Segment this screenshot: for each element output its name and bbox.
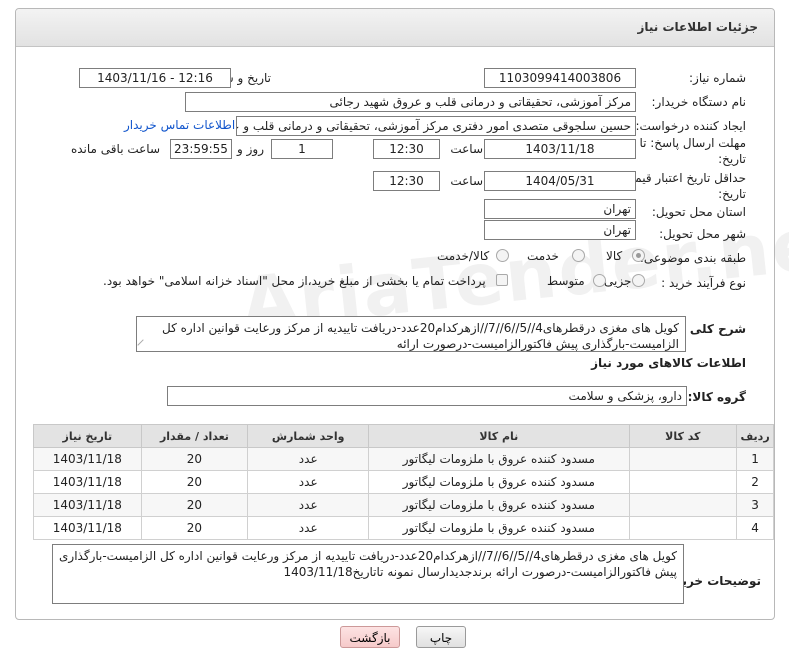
cell-need-date: 1403/11/18 — [33, 447, 142, 471]
goods-table: ردیف کد کالا نام کالا واحد شمارش تعداد /… — [33, 424, 774, 540]
buyer-contact-link[interactable]: اطلاعات تماس خریدار — [124, 118, 235, 132]
treasury-payment-note: پرداخت تمام یا بخشی از مبلغ خرید،از محل … — [103, 274, 486, 288]
cell-goods-code — [628, 516, 738, 540]
cell-quantity: 20 — [140, 516, 249, 540]
need-number-label: شماره نیاز: — [689, 71, 746, 85]
category-goods-radio[interactable] — [632, 249, 645, 262]
cell-unit: عدد — [247, 447, 370, 471]
treasury-payment-checkbox[interactable] — [496, 274, 508, 286]
cell-row-number: 4 — [736, 516, 774, 540]
col-goods-code: کد کالا — [628, 424, 738, 448]
cell-goods-name: مسدود کننده عروق با ملزومات لیگاتور — [368, 516, 630, 540]
cell-goods-code — [628, 493, 738, 517]
cell-goods-code — [628, 447, 738, 471]
reply-days-field: 1 — [271, 139, 333, 159]
cell-need-date: 1403/11/18 — [33, 516, 142, 540]
reply-date-field: 1403/11/18 — [484, 139, 636, 159]
col-row-number: ردیف — [736, 424, 774, 448]
cell-need-date: 1403/11/18 — [33, 493, 142, 517]
table-row: 4 مسدود کننده عروق با ملزومات لیگاتور عد… — [33, 516, 774, 540]
reply-deadline-label-2: تاریخ: — [718, 152, 746, 166]
resize-grip-icon[interactable] — [137, 339, 149, 351]
requester-label: ایجاد کننده درخواست: — [635, 119, 746, 133]
cell-row-number: 1 — [736, 447, 774, 471]
goods-group-label: گروه کالا: — [687, 390, 746, 404]
delivery-province-field: تهران — [484, 199, 636, 219]
cell-unit: عدد — [247, 470, 370, 494]
cell-row-number: 3 — [736, 493, 774, 517]
remaining-label: ساعت باقی مانده — [70, 142, 160, 156]
cell-quantity: 20 — [140, 447, 249, 471]
requester-field: حسین سلجوقی متصدی امور دفتری مرکز آموزشی… — [236, 116, 636, 136]
announce-datetime-field: 1403/11/16 - 12:16 — [79, 68, 231, 88]
cell-unit: عدد — [247, 493, 370, 517]
panel-header: جزئیات اطلاعات نیاز — [16, 9, 774, 47]
purchase-medium-label: متوسط — [547, 274, 585, 288]
delivery-city-field: تهران — [484, 220, 636, 240]
reply-hour-label: ساعت — [450, 142, 483, 156]
general-desc-text: کویل های مغزی درقطرهای4//5//6//7//ازهرکد… — [161, 321, 679, 351]
min-validity-label-2: تاریخ: — [718, 187, 746, 201]
col-unit: واحد شمارش — [247, 424, 370, 448]
purchase-minor-label: جزیی — [604, 274, 632, 288]
buyer-org-field: مرکز آموزشی، تحقیقاتی و درمانی قلب و عرو… — [185, 92, 636, 112]
days-and-label: روز و — [237, 142, 264, 156]
cell-row-number: 2 — [736, 470, 774, 494]
table-header-row: ردیف کد کالا نام کالا واحد شمارش تعداد /… — [33, 424, 774, 448]
validity-hour-label: ساعت — [450, 174, 483, 188]
cell-goods-name: مسدود کننده عروق با ملزومات لیگاتور — [368, 493, 630, 517]
buyer-notes-box: کویل های مغزی درقطرهای4//5//6//7//ازهرکد… — [52, 544, 684, 604]
print-button[interactable]: چاپ — [416, 626, 466, 648]
col-quantity: تعداد / مقدار — [140, 424, 249, 448]
delivery-city-label: شهر محل تحویل: — [659, 227, 746, 241]
back-button[interactable]: بازگشت — [340, 626, 400, 648]
need-number-field: 1103099414003806 — [484, 68, 636, 88]
table-row: 2 مسدود کننده عروق با ملزومات لیگاتور عد… — [33, 470, 774, 494]
reply-time-field: 12:30 — [373, 139, 440, 159]
panel-title: جزئیات اطلاعات نیاز — [637, 20, 758, 34]
purchase-minor-radio[interactable] — [632, 274, 645, 287]
purchase-medium-radio[interactable] — [593, 274, 606, 287]
category-label: طبقه بندی موضوعی: — [639, 251, 746, 265]
validity-date-field: 1404/05/31 — [484, 171, 636, 191]
buyer-org-label: نام دستگاه خریدار: — [651, 95, 747, 109]
goods-group-field: دارو، پزشکی و سلامت — [167, 386, 687, 406]
table-row: 1 مسدود کننده عروق با ملزومات لیگاتور عد… — [33, 447, 774, 471]
category-service-label: خدمت — [527, 249, 559, 263]
remaining-time-field: 23:59:55 — [170, 139, 232, 159]
cell-quantity: 20 — [140, 493, 249, 517]
cell-goods-name: مسدود کننده عروق با ملزومات لیگاتور — [368, 470, 630, 494]
cell-need-date: 1403/11/18 — [33, 470, 142, 494]
purchase-type-label: نوع فرآیند خرید : — [661, 276, 746, 290]
cell-goods-code — [628, 470, 738, 494]
category-service-radio[interactable] — [572, 249, 585, 262]
delivery-province-label: استان محل تحویل: — [651, 205, 746, 219]
cell-goods-name: مسدود کننده عروق با ملزومات لیگاتور — [368, 447, 630, 471]
category-goods-label: کالا — [606, 249, 623, 263]
category-goods-service-label: کالا/خدمت — [437, 249, 490, 263]
general-desc-textarea[interactable]: کویل های مغزی درقطرهای4//5//6//7//ازهرکد… — [136, 316, 686, 352]
col-need-date: تاریخ نیاز — [33, 424, 142, 448]
reply-deadline-label: مهلت ارسال پاسخ: تا — [639, 136, 746, 150]
col-goods-name: نام کالا — [368, 424, 630, 448]
buyer-notes-text: کویل های مغزی درقطرهای4//5//6//7//ازهرکد… — [59, 549, 677, 579]
cell-quantity: 20 — [140, 470, 249, 494]
category-goods-service-radio[interactable] — [496, 249, 509, 262]
validity-time-field: 12:30 — [373, 171, 440, 191]
goods-info-heading: اطلاعات کالاهای مورد نیاز — [591, 356, 746, 370]
table-row: 3 مسدود کننده عروق با ملزومات لیگاتور عد… — [33, 493, 774, 517]
cell-unit: عدد — [247, 516, 370, 540]
